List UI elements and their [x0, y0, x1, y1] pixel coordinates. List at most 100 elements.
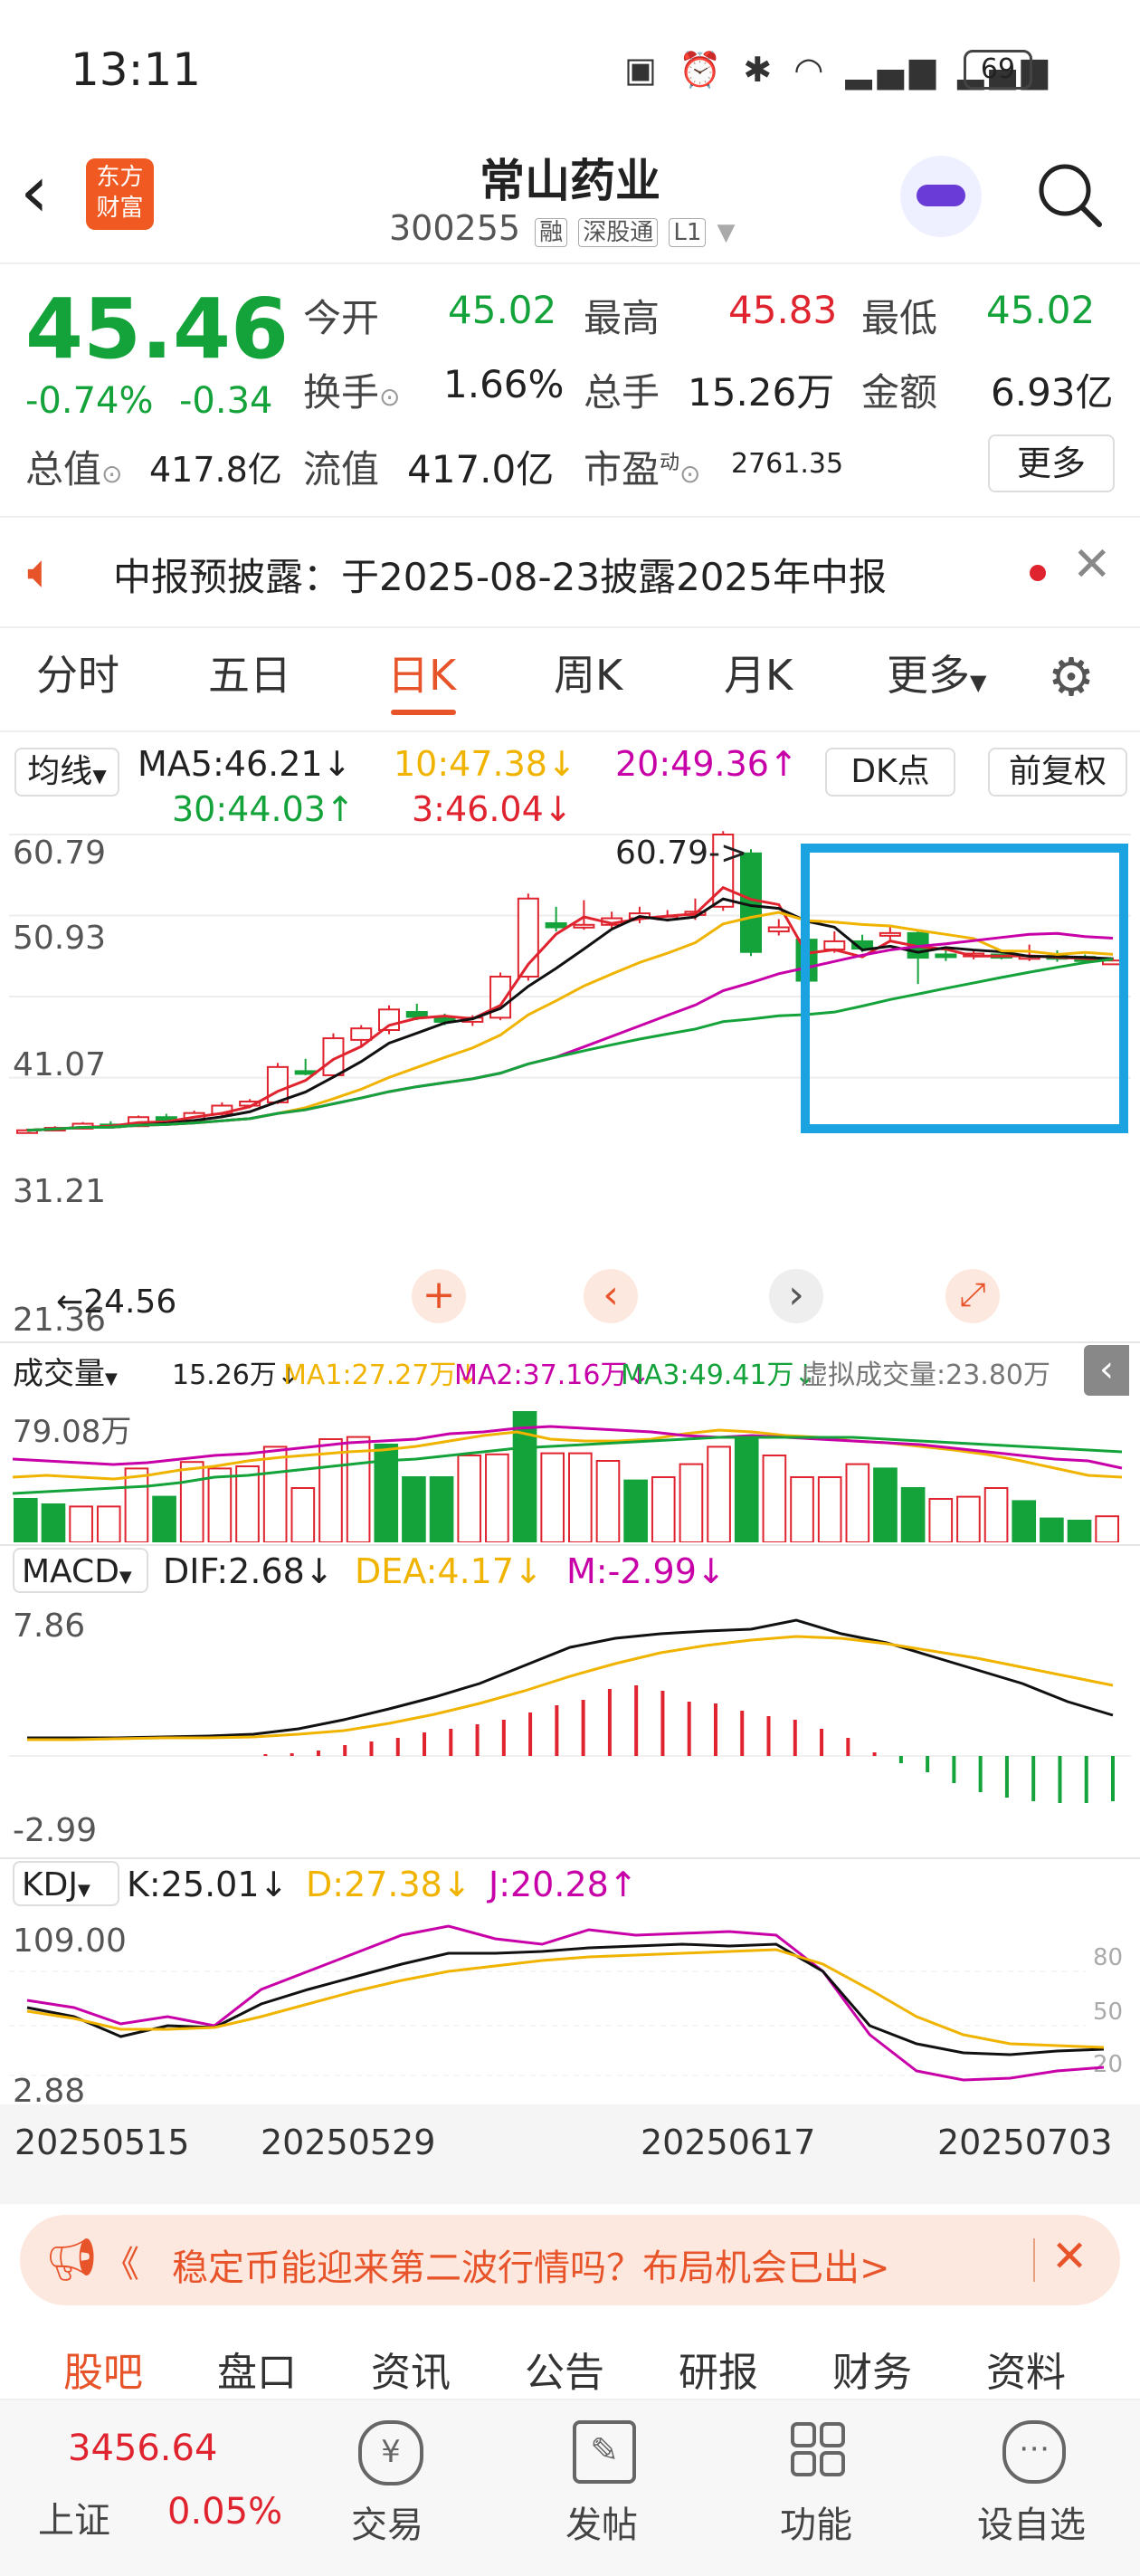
trade-icon[interactable]: ¥ [358, 2420, 423, 2485]
dk-point-button[interactable]: DK点 [825, 748, 955, 797]
tab-news[interactable]: 资讯 [371, 2340, 451, 2398]
caret-down-icon: ▼ [119, 1568, 132, 1587]
divider [0, 1857, 1140, 1859]
battery-icon: 69 [964, 50, 1032, 90]
volume-bar [402, 1476, 426, 1542]
info-icon[interactable]: ⊙ [379, 382, 400, 412]
volume-bar [845, 1463, 870, 1542]
notice-bar[interactable]: 🔈︎ 中报预披露：于2025-08-23披露2025年中报 ✕ [0, 516, 1140, 628]
tab-five-day[interactable]: 五日 [208, 643, 291, 702]
gear-icon[interactable]: ⚙ [1048, 646, 1095, 708]
macd-chart[interactable] [0, 1602, 1140, 1828]
tab-research[interactable]: 研报 [679, 2340, 758, 2398]
volume-bar [540, 1452, 565, 1542]
info-icon[interactable]: ⊙ [101, 459, 122, 489]
ad-banner[interactable]: 📢︎ 《 稳定币能迎来第二波行情吗？布局机会已出> ✕ [20, 2215, 1120, 2305]
ma10-label: 10:47.38↓ [394, 744, 576, 784]
robot-assistant-icon[interactable] [900, 156, 982, 237]
nav-function[interactable]: 功能 [780, 2495, 852, 2548]
divider [0, 1341, 1140, 1343]
close-icon[interactable]: ✕ [1072, 538, 1112, 592]
vol-current-value: 15.26万 [172, 1360, 277, 1391]
tab-announcement[interactable]: 公告 [525, 2340, 604, 2398]
info-icon[interactable]: ⊙ [679, 459, 700, 489]
edit-icon[interactable]: ✎ [573, 2420, 636, 2484]
close-icon[interactable]: ✕ [1051, 2231, 1088, 2282]
volume-bar [595, 1460, 621, 1542]
volume-bar [1040, 1517, 1064, 1542]
kdj-selector[interactable]: KDJ▼ [13, 1861, 119, 1906]
kdj-d: D:27.38↓ [306, 1865, 471, 1904]
ad-text: 稳定币能迎来第二波行情吗？布局机会已出> [172, 2247, 890, 2289]
speaker-icon: 🔈︎ [27, 545, 56, 599]
kdj-chart[interactable] [0, 1917, 1140, 2116]
low-value: 45.02 [986, 288, 1096, 332]
divider [0, 1544, 1140, 1546]
tab-intraday[interactable]: 分时 [36, 643, 119, 702]
volume-selector[interactable]: 成交量▼ [13, 1349, 118, 1393]
more-button[interactable]: 更多 [988, 434, 1115, 492]
chart-area: 均线▼ MA5:46.21↓ 10:47.38↓ 20:49.36↑ 30:44… [0, 733, 1140, 2204]
candle-body [294, 1070, 317, 1075]
more-dots-icon[interactable]: ⋯ [1002, 2420, 1066, 2484]
tab-more[interactable]: 更多▼ [887, 643, 986, 702]
vol-ma1-value: MA1:27.27万 [283, 1360, 457, 1391]
volume-bar [96, 1505, 121, 1542]
volume-bar [956, 1495, 981, 1542]
zoom-in-icon[interactable]: + [412, 1269, 466, 1323]
caret-down-icon: ▼ [77, 1881, 90, 1900]
volume-chart[interactable] [0, 1405, 1140, 1542]
vol-virtual: 虚拟成交量:23.80万 [801, 1360, 1050, 1391]
index-change[interactable]: 0.05% [167, 2491, 282, 2533]
volume-ma-line [12, 1428, 1123, 1481]
macd-selector[interactable]: MACD▼ [13, 1548, 148, 1593]
search-icon[interactable] [1036, 161, 1102, 227]
dea-line [27, 1635, 1114, 1741]
candle-body [545, 921, 567, 929]
volume-bar [457, 1455, 482, 1542]
dif-line [27, 1618, 1114, 1740]
ma-selector[interactable]: 均线▼ [14, 748, 119, 797]
grid-icon[interactable] [789, 2420, 847, 2478]
nav-trade[interactable]: 交易 [351, 2495, 423, 2548]
ma5-label: MA5:46.21↓ [138, 744, 352, 784]
stock-code-row[interactable]: 300255 融 深股通 L1 ▼ [389, 208, 736, 248]
tab-daily-k[interactable]: 日K [387, 643, 456, 702]
tab-underline [391, 710, 456, 715]
index-name[interactable]: 上证 [38, 2491, 110, 2543]
volume-label: 总手 [584, 370, 660, 415]
vol-current: 15.26万↓ [172, 1360, 300, 1391]
vol-ma2-value: MA2:37.16万 [454, 1360, 628, 1391]
tab-more-label: 更多 [887, 651, 970, 700]
ma10-value: 10:47.38 [394, 744, 547, 784]
nav-watchlist[interactable]: 设自选 [977, 2495, 1086, 2548]
tab-pankou[interactable]: 盘口 [217, 2340, 297, 2398]
index-value[interactable]: 3456.64 [68, 2428, 217, 2469]
y-label-2: 50.93 [13, 920, 107, 957]
adjust-button[interactable]: 前复权 [988, 748, 1127, 797]
kdj-k: K:25.01↓ [127, 1865, 289, 1904]
tab-guba[interactable]: 股吧 [63, 2340, 143, 2398]
tab-weekly-k[interactable]: 周K [554, 643, 622, 702]
open-label: 今开 [303, 296, 380, 340]
mcap-label-wrap: 总值⊙ [25, 439, 122, 494]
fullscreen-icon[interactable]: ⤢ [945, 1269, 1000, 1323]
vol-ma1: MA1:27.27万↓ [283, 1360, 480, 1391]
tab-monthly-k[interactable]: 月K [724, 643, 793, 702]
caret-down-icon: ▼ [92, 765, 107, 787]
caret-down-icon: ▼ [105, 1369, 118, 1388]
kdj-j: J:20.28↑ [489, 1865, 638, 1904]
bottom-nav: 3456.64 上证 0.05% ¥ 交易 ✎ 发帖 功能 ⋯ 设自选 [0, 2399, 1140, 2576]
tab-finance[interactable]: 财务 [832, 2340, 912, 2398]
candle-body [767, 926, 790, 933]
volume-bar [679, 1463, 704, 1542]
unread-dot [1030, 565, 1046, 581]
nav-post[interactable]: 发帖 [565, 2495, 638, 2548]
scroll-left-icon[interactable]: ‹ [584, 1269, 638, 1323]
collapse-arrow-icon[interactable]: ‹ [1084, 1345, 1129, 1396]
ma20-value: 20:49.36 [615, 744, 769, 784]
date-label-3: 20250617 [641, 2123, 816, 2162]
tab-profile[interactable]: 资料 [986, 2340, 1066, 2398]
tag-sgt: 深股通 [578, 218, 659, 247]
scroll-right-icon[interactable]: › [769, 1269, 823, 1323]
